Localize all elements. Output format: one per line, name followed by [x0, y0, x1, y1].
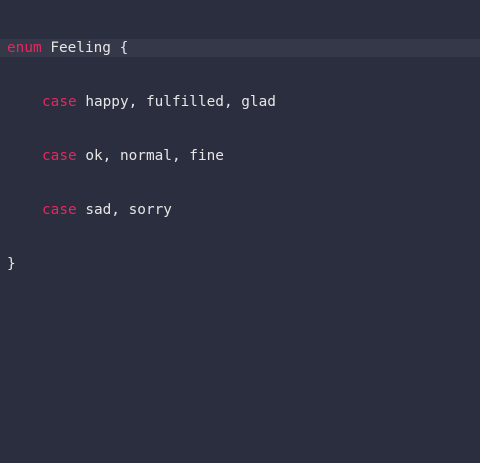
keyword-case: case [42, 148, 77, 164]
code-editor[interactable]: enum Feeling { case happy, fulfilled, gl… [0, 0, 480, 463]
code-text[interactable]: enum Feeling { case happy, fulfilled, gl… [0, 3, 480, 309]
keyword-enum: enum [7, 40, 42, 56]
case-values: happy, fulfilled, glad [76, 94, 276, 110]
case-values: sad, sorry [76, 202, 172, 218]
keyword-case: case [42, 202, 77, 218]
closing-brace: } [7, 256, 16, 272]
code-line-4[interactable]: case sad, sorry [7, 201, 480, 219]
code-line-2[interactable]: case happy, fulfilled, glad [7, 93, 480, 111]
code-line-1[interactable]: enum Feeling { [0, 39, 480, 57]
case-values: ok, normal, fine [76, 148, 224, 164]
code-line-5[interactable]: } [7, 255, 480, 273]
keyword-case: case [42, 94, 77, 110]
enum-declaration: Feeling { [41, 40, 129, 56]
code-line-3[interactable]: case ok, normal, fine [7, 147, 480, 165]
